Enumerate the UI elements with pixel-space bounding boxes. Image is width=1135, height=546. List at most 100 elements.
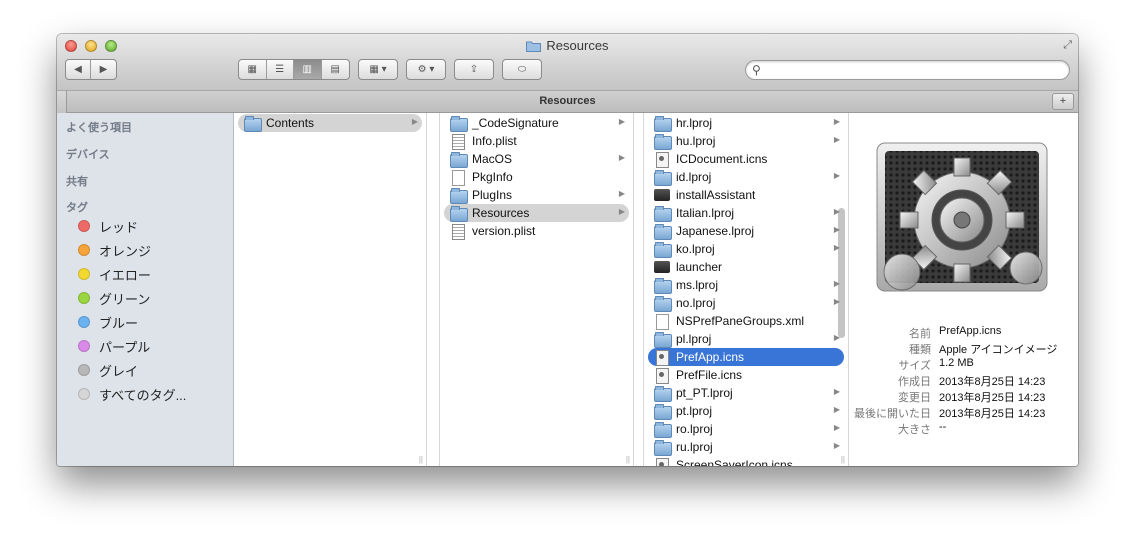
info-key: 大きさ bbox=[898, 424, 931, 436]
file-row[interactable]: installAssistant bbox=[648, 186, 844, 204]
info-value: 1.2 MB bbox=[939, 357, 974, 369]
executable-icon bbox=[654, 188, 670, 202]
file-row[interactable]: hr.lproj ▶ bbox=[648, 114, 844, 132]
action-button[interactable]: ⚙ ▾ bbox=[406, 59, 446, 80]
new-tab-button[interactable]: + bbox=[1052, 93, 1074, 110]
folder-icon bbox=[654, 116, 672, 132]
file-name: PlugIns bbox=[472, 188, 513, 202]
disclosure-arrow-icon: ▶ bbox=[618, 117, 625, 126]
sidebar-heading-devices[interactable]: デバイス bbox=[66, 146, 110, 162]
arrange-button[interactable]: ▦ ▾ bbox=[358, 59, 398, 80]
disclosure-arrow-icon: ▶ bbox=[833, 117, 840, 126]
back-icon: ◀ bbox=[74, 64, 82, 75]
sidebar-tag-item[interactable]: レッド bbox=[78, 217, 138, 235]
column-view-button[interactable]: ▥ bbox=[294, 60, 322, 79]
executable-icon bbox=[654, 260, 670, 274]
file-row[interactable]: pt.lproj ▶ bbox=[648, 402, 844, 420]
info-key: 変更日 bbox=[898, 392, 931, 404]
folder-icon bbox=[654, 170, 672, 186]
coverflow-view-button[interactable]: ▤ bbox=[322, 60, 349, 79]
sidebar-tag-item[interactable]: ブルー bbox=[78, 313, 138, 331]
fullscreen-icon[interactable]: ⤢ bbox=[1063, 39, 1072, 52]
column-gap bbox=[427, 113, 440, 466]
file-name: PrefFile.icns bbox=[676, 368, 743, 382]
file-row[interactable]: Info.plist bbox=[444, 132, 629, 150]
file-row[interactable]: ICDocument.icns bbox=[648, 150, 844, 168]
preview-pane: 名前 PrefApp.icns 種類 Apple アイコンイメージ サイズ 1.2 MB 作… bbox=[849, 113, 1078, 466]
sidebar-tag-item[interactable]: グリーン bbox=[78, 289, 150, 307]
grid-icon: ▦ bbox=[247, 64, 257, 75]
tab-title[interactable]: Resources bbox=[57, 95, 1078, 107]
column-contents: || Contents ▶ bbox=[234, 113, 427, 466]
file-row[interactable]: no.lproj ▶ bbox=[648, 294, 844, 312]
file-row[interactable]: PlugIns ▶ bbox=[444, 186, 629, 204]
view-mode-control: ▦ ☰ ▥ ▤ bbox=[238, 59, 350, 80]
file-row[interactable]: ScreenSaverIcon.icns bbox=[648, 456, 844, 466]
info-value: PrefApp.icns bbox=[939, 325, 1002, 337]
sidebar-heading-favorites[interactable]: よく使う項目 bbox=[66, 119, 132, 135]
folder-icon bbox=[654, 224, 672, 240]
disclosure-arrow-icon: ▶ bbox=[833, 243, 840, 252]
file-row[interactable]: ms.lproj ▶ bbox=[648, 276, 844, 294]
file-row[interactable]: _CodeSignature ▶ bbox=[444, 114, 629, 132]
share-button[interactable]: ⇪ bbox=[454, 59, 494, 80]
file-row[interactable]: PrefApp.icns bbox=[648, 348, 844, 366]
column-resize-handle[interactable]: || bbox=[626, 455, 630, 464]
sidebar-tag-item[interactable]: イエロー bbox=[78, 265, 151, 283]
folder-icon bbox=[450, 188, 468, 204]
file-row[interactable]: Resources ▶ bbox=[444, 204, 629, 222]
back-button[interactable]: ◀ bbox=[66, 60, 92, 79]
info-row: 変更日 2013年8月25日 14:23 bbox=[849, 389, 1078, 405]
file-row[interactable]: PrefFile.icns bbox=[648, 366, 844, 384]
file-row[interactable]: ru.lproj ▶ bbox=[648, 438, 844, 456]
file-name: pl.lproj bbox=[676, 332, 712, 346]
file-row[interactable]: launcher bbox=[648, 258, 844, 276]
file-row[interactable]: Japanese.lproj ▶ bbox=[648, 222, 844, 240]
info-row: 大きさ -- bbox=[849, 421, 1078, 437]
icon-view-button[interactable]: ▦ bbox=[239, 60, 267, 79]
sidebar-heading-shared[interactable]: 共有 bbox=[66, 173, 88, 189]
file-row[interactable]: pt_PT.lproj ▶ bbox=[648, 384, 844, 402]
forward-button[interactable]: ▶ bbox=[91, 60, 116, 79]
search-input[interactable] bbox=[766, 62, 1061, 78]
file-row[interactable]: pl.lproj ▶ bbox=[648, 330, 844, 348]
file-row[interactable]: MacOS ▶ bbox=[444, 150, 629, 168]
search-field[interactable]: ⚲ bbox=[745, 60, 1070, 80]
sidebar-heading-tags[interactable]: タグ bbox=[66, 199, 88, 215]
file-name: Italian.lproj bbox=[676, 206, 735, 220]
file-name: id.lproj bbox=[676, 170, 712, 184]
file-row[interactable]: NSPrefPaneGroups.xml bbox=[648, 312, 844, 330]
file-row[interactable]: version.plist bbox=[444, 222, 629, 240]
info-key: サイズ bbox=[898, 360, 931, 372]
file-row[interactable]: Contents ▶ bbox=[238, 114, 422, 132]
disclosure-arrow-icon: ▶ bbox=[618, 189, 625, 198]
sidebar-tag-item[interactable]: すべてのタグ... bbox=[78, 385, 186, 403]
sidebar: よく使う項目 デバイス 共有 タグ レッドオレンジイエローグリーンブルーパープル… bbox=[57, 113, 234, 466]
column-resize-handle[interactable]: || bbox=[419, 455, 423, 464]
file-row[interactable]: ro.lproj ▶ bbox=[648, 420, 844, 438]
file-name: pt_PT.lproj bbox=[676, 386, 733, 400]
sidebar-tag-item[interactable]: オレンジ bbox=[78, 241, 151, 259]
finder-window: Resources ⤢ ◀ ▶ ▦ ☰ ▥ ▤ ▦ ▾ ⚙ ▾ ⇪ ⬭ ⚲ Re… bbox=[57, 34, 1078, 466]
list-icon: ☰ bbox=[275, 64, 285, 75]
disclosure-arrow-icon: ▶ bbox=[833, 225, 840, 234]
tags-button[interactable]: ⬭ bbox=[502, 59, 542, 80]
folder-icon bbox=[654, 206, 672, 222]
file-row[interactable]: Italian.lproj ▶ bbox=[648, 204, 844, 222]
disclosure-arrow-icon: ▶ bbox=[833, 333, 840, 342]
file-row[interactable]: ko.lproj ▶ bbox=[648, 240, 844, 258]
sidebar-tag-label: レッド bbox=[99, 219, 139, 235]
disclosure-arrow-icon: ▶ bbox=[833, 405, 840, 414]
list-view-button[interactable]: ☰ bbox=[267, 60, 294, 79]
file-row[interactable]: id.lproj ▶ bbox=[648, 168, 844, 186]
sidebar-tag-item[interactable]: パープル bbox=[78, 337, 150, 355]
sidebar-tag-item[interactable]: グレイ bbox=[78, 361, 138, 379]
tag-color-dot bbox=[78, 220, 90, 232]
file-name: launcher bbox=[676, 260, 723, 274]
folder-icon bbox=[654, 386, 672, 402]
tag-color-dot bbox=[78, 388, 90, 400]
disclosure-arrow-icon: ▶ bbox=[833, 441, 840, 450]
file-row[interactable]: PkgInfo bbox=[444, 168, 629, 186]
info-row: 名前 PrefApp.icns bbox=[849, 325, 1078, 341]
file-row[interactable]: hu.lproj ▶ bbox=[648, 132, 844, 150]
